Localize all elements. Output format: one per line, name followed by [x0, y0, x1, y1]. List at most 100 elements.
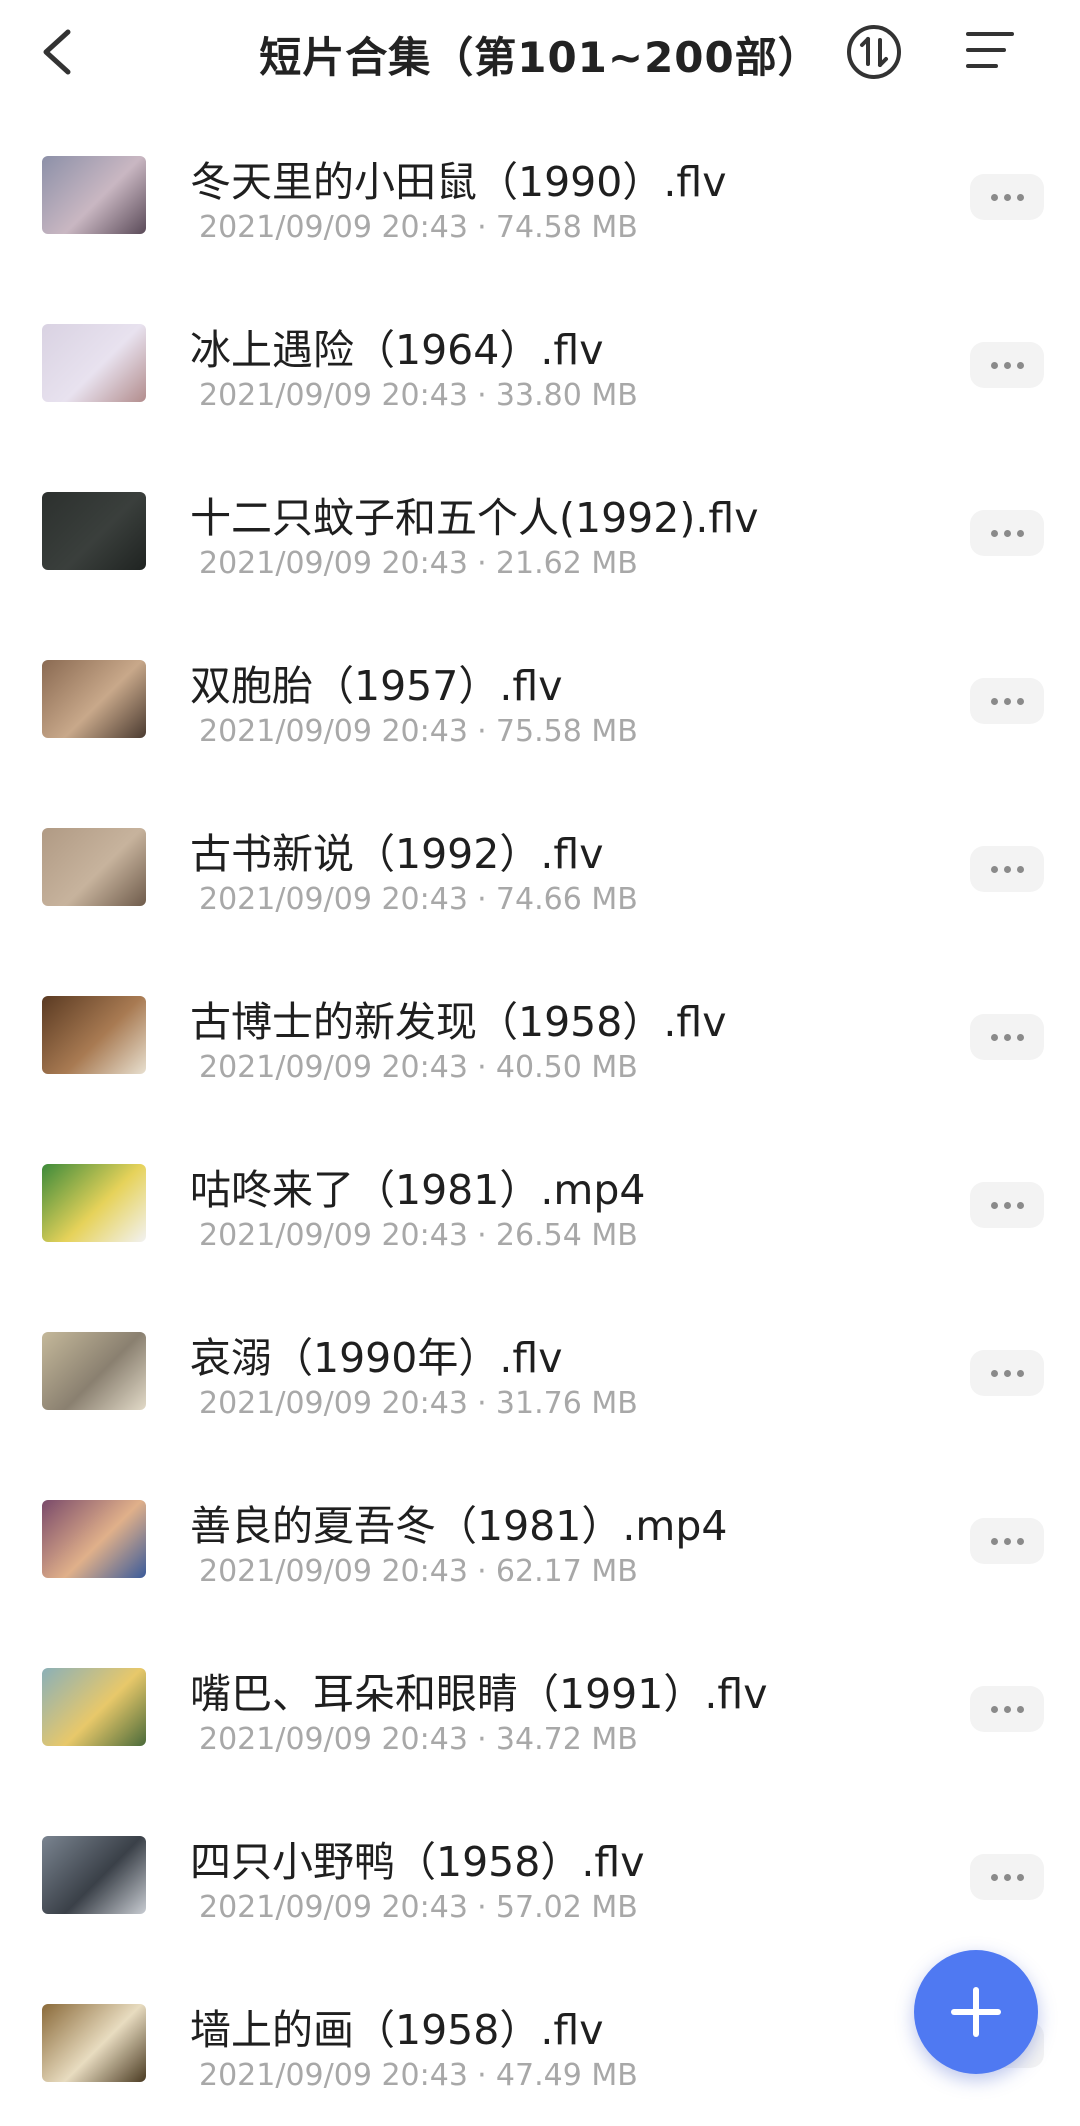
file-size: 40.50 MB — [495, 1050, 638, 1085]
separator-dot: · — [477, 1386, 487, 1421]
separator-dot: · — [477, 1050, 487, 1085]
more-options-button[interactable] — [970, 1854, 1044, 1900]
more-options-button[interactable] — [970, 342, 1044, 388]
video-thumbnail — [42, 492, 146, 570]
more-options-button[interactable] — [970, 1182, 1044, 1228]
file-date: 2021/09/09 20:43 — [199, 1218, 468, 1253]
file-size: 21.62 MB — [495, 546, 638, 581]
file-name: 墙上的画（1958）.flv — [190, 2006, 604, 2054]
separator-dot: · — [477, 546, 487, 581]
file-name: 四只小野鸭（1958）.flv — [190, 1838, 645, 1886]
separator-dot: · — [477, 2058, 487, 2093]
file-meta: 2021/09/09 20:43 · 62.17 MB — [199, 1554, 638, 1589]
file-meta: 2021/09/09 20:43 · 34.72 MB — [199, 1722, 638, 1757]
list-menu-button[interactable] — [964, 28, 1016, 72]
file-date: 2021/09/09 20:43 — [199, 714, 468, 749]
file-row[interactable]: 四只小野鸭（1958）.flv 2021/09/09 20:43 · 57.02 MB — [0, 1790, 1080, 1958]
file-row[interactable]: 古书新说（1992）.flv 2021/09/09 20:43 · 74.66 MB — [0, 782, 1080, 950]
file-row[interactable]: 古博士的新发现（1958）.flv 2021/09/09 20:43 · 40.50 … — [0, 950, 1080, 1118]
more-options-button[interactable] — [970, 1686, 1044, 1732]
file-date: 2021/09/09 20:43 — [199, 1554, 468, 1589]
file-name: 哀溺（1990年）.flv — [190, 1334, 563, 1382]
more-options-button[interactable] — [970, 1518, 1044, 1564]
more-options-button[interactable] — [970, 510, 1044, 556]
separator-dot: · — [477, 714, 487, 749]
file-size: 62.17 MB — [495, 1554, 638, 1589]
file-meta: 2021/09/09 20:43 · 21.62 MB — [199, 546, 638, 581]
file-date: 2021/09/09 20:43 — [199, 1386, 468, 1421]
add-button[interactable] — [914, 1950, 1038, 2074]
more-options-button[interactable] — [970, 846, 1044, 892]
more-options-button[interactable] — [970, 1350, 1044, 1396]
video-thumbnail — [42, 1836, 146, 1914]
file-date: 2021/09/09 20:43 — [199, 2058, 468, 2093]
file-row[interactable]: 冰上遇险（1964）.flv 2021/09/09 20:43 · 33.80 MB — [0, 278, 1080, 446]
file-name: 双胞胎（1957）.flv — [190, 662, 563, 710]
separator-dot: · — [477, 1722, 487, 1757]
file-list: 冬天里的小田鼠（1990）.flv 2021/09/09 20:43 · 74.58 … — [0, 110, 1080, 2126]
video-thumbnail — [42, 2004, 146, 2082]
file-size: 33.80 MB — [495, 378, 638, 413]
list-menu-icon — [966, 32, 1014, 68]
file-date: 2021/09/09 20:43 — [199, 882, 468, 917]
file-date: 2021/09/09 20:43 — [199, 210, 468, 245]
more-options-button[interactable] — [970, 174, 1044, 220]
sort-button[interactable] — [846, 24, 902, 80]
file-name: 嘴巴、耳朵和眼睛（1991）.flv — [190, 1670, 768, 1718]
more-dots-icon — [990, 865, 1024, 873]
file-name: 善良的夏吾冬（1981）.mp4 — [190, 1502, 728, 1550]
file-date: 2021/09/09 20:43 — [199, 378, 468, 413]
video-thumbnail — [42, 1500, 146, 1578]
more-dots-icon — [990, 1369, 1024, 1377]
file-row[interactable]: 哀溺（1990年）.flv 2021/09/09 20:43 · 31.76 MB — [0, 1286, 1080, 1454]
file-size: 74.66 MB — [495, 882, 638, 917]
separator-dot: · — [477, 210, 487, 245]
top-bar: 短片合集（第101~200部） — [0, 0, 1080, 110]
separator-dot: · — [477, 1890, 487, 1925]
separator-dot: · — [477, 378, 487, 413]
video-thumbnail — [42, 996, 146, 1074]
file-name: 冰上遇险（1964）.flv — [190, 326, 604, 374]
separator-dot: · — [477, 1218, 487, 1253]
file-size: 31.76 MB — [495, 1386, 638, 1421]
plus-icon — [951, 1987, 1001, 2037]
file-row[interactable]: 咕咚来了（1981）.mp4 2021/09/09 20:43 · 26.54 MB — [0, 1118, 1080, 1286]
file-name: 冬天里的小田鼠（1990）.flv — [190, 158, 727, 206]
file-row[interactable]: 善良的夏吾冬（1981）.mp4 2021/09/09 20:43 · 62.17 M… — [0, 1454, 1080, 1622]
file-name: 古博士的新发现（1958）.flv — [190, 998, 727, 1046]
file-row[interactable]: 嘴巴、耳朵和眼睛（1991）.flv 2021/09/09 20:43 · 34.72… — [0, 1622, 1080, 1790]
sort-icon — [847, 25, 901, 79]
file-size: 75.58 MB — [495, 714, 638, 749]
file-size: 34.72 MB — [495, 1722, 638, 1757]
file-row[interactable]: 双胞胎（1957）.flv 2021/09/09 20:43 · 75.58 MB — [0, 614, 1080, 782]
more-dots-icon — [990, 1201, 1024, 1209]
file-row[interactable]: 冬天里的小田鼠（1990）.flv 2021/09/09 20:43 · 74.58 … — [0, 110, 1080, 278]
video-thumbnail — [42, 1668, 146, 1746]
more-dots-icon — [990, 697, 1024, 705]
video-thumbnail — [42, 1164, 146, 1242]
more-dots-icon — [990, 1873, 1024, 1881]
file-meta: 2021/09/09 20:43 · 33.80 MB — [199, 378, 638, 413]
file-date: 2021/09/09 20:43 — [199, 546, 468, 581]
separator-dot: · — [477, 882, 487, 917]
file-size: 26.54 MB — [495, 1218, 638, 1253]
file-name: 咕咚来了（1981）.mp4 — [190, 1166, 646, 1214]
more-dots-icon — [990, 1033, 1024, 1041]
file-size: 74.58 MB — [495, 210, 638, 245]
file-date: 2021/09/09 20:43 — [199, 1722, 468, 1757]
separator-dot: · — [477, 1554, 487, 1589]
file-date: 2021/09/09 20:43 — [199, 1050, 468, 1085]
more-options-button[interactable] — [970, 678, 1044, 724]
file-row[interactable]: 十二只蚊子和五个人(1992).flv 2021/09/09 20:43 · 21.6… — [0, 446, 1080, 614]
file-size: 57.02 MB — [495, 1890, 638, 1925]
file-name: 古书新说（1992）.flv — [190, 830, 604, 878]
file-meta: 2021/09/09 20:43 · 57.02 MB — [199, 1890, 638, 1925]
file-meta: 2021/09/09 20:43 · 74.58 MB — [199, 210, 638, 245]
more-dots-icon — [990, 193, 1024, 201]
file-meta: 2021/09/09 20:43 · 26.54 MB — [199, 1218, 638, 1253]
video-thumbnail — [42, 828, 146, 906]
more-options-button[interactable] — [970, 1014, 1044, 1060]
file-size: 47.49 MB — [495, 2058, 638, 2093]
more-dots-icon — [990, 529, 1024, 537]
file-name: 十二只蚊子和五个人(1992).flv — [190, 494, 759, 542]
